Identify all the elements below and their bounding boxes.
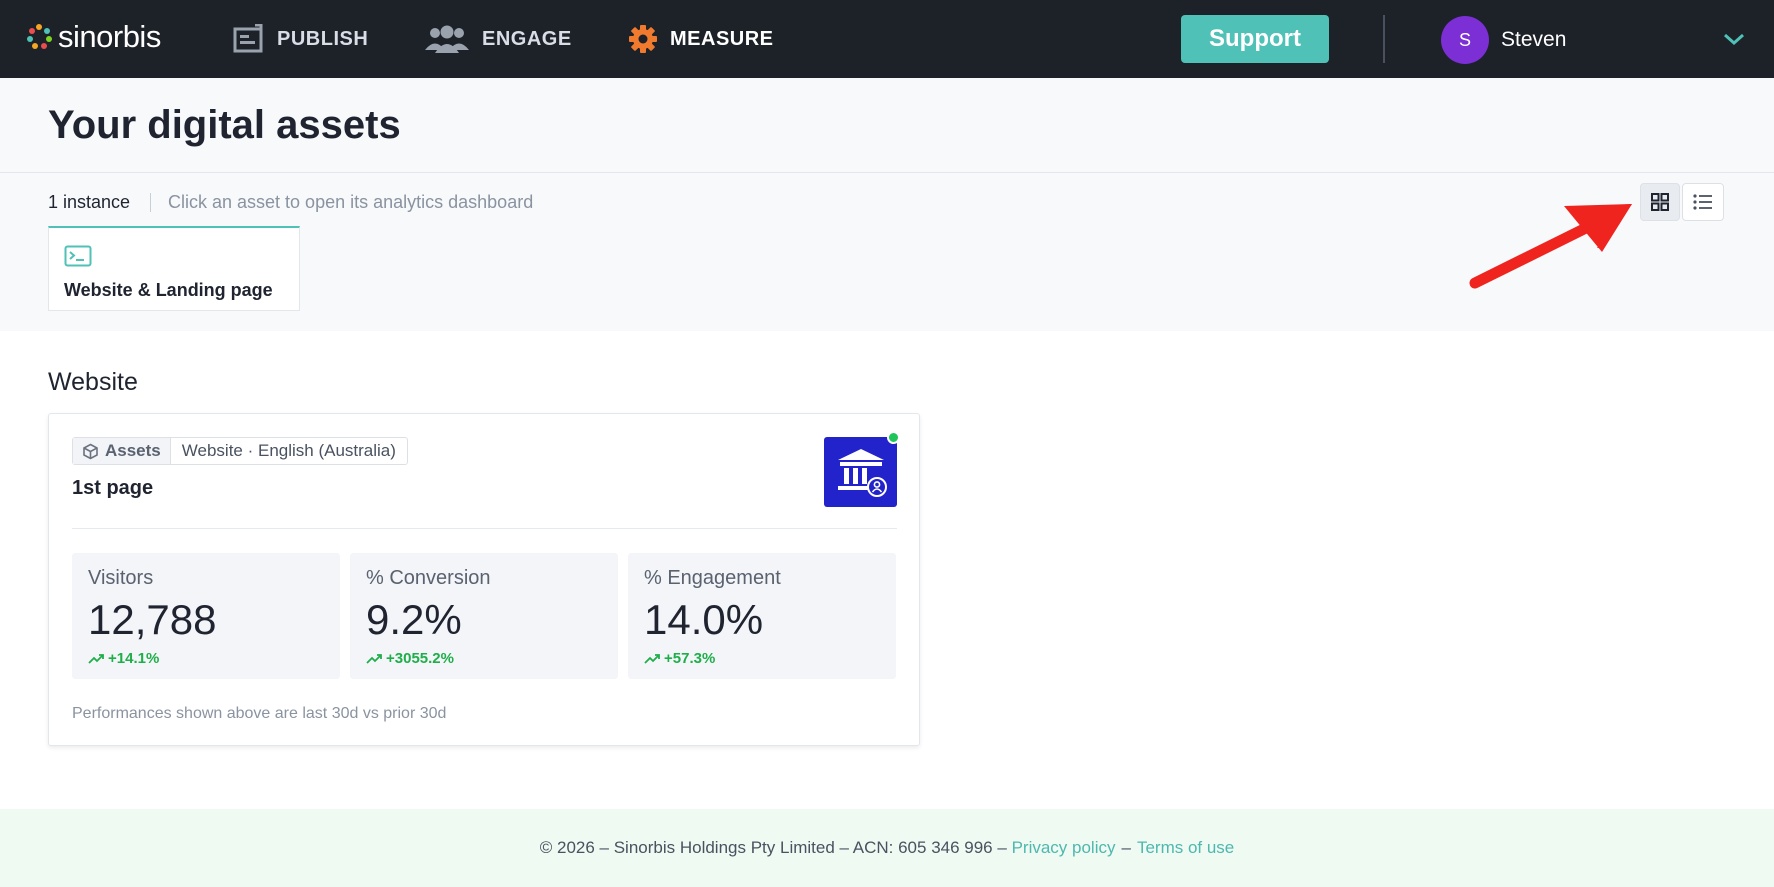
footer-separator: – <box>1121 838 1131 857</box>
brand-logo[interactable]: sinorbis <box>26 19 161 55</box>
trend-up-icon <box>644 653 660 664</box>
metric-value: 14.0% <box>644 596 764 643</box>
user-name[interactable]: Steven <box>1501 28 1566 52</box>
users-icon <box>425 25 469 53</box>
nav-publish-label: PUBLISH <box>277 27 369 50</box>
grid-view-button[interactable] <box>1640 183 1680 221</box>
footer: © 2026 – Sinorbis Holdings Pty Limited –… <box>0 809 1774 887</box>
metric-visitors: Visitors 12,788 +14.1% <box>72 553 340 679</box>
status-indicator <box>887 431 900 444</box>
card-title: 1st page <box>72 477 154 499</box>
instruction-hint: Click an asset to open its analytics das… <box>168 192 534 212</box>
asset-thumbnail <box>824 437 897 507</box>
assets-tag: Assets <box>73 438 171 464</box>
metric-label: Visitors <box>88 567 154 589</box>
asset-meta: Website · English (Australia) <box>181 441 396 460</box>
instance-count: 1 instance <box>48 192 131 212</box>
terminal-icon <box>64 245 92 267</box>
assets-tag-label: Assets <box>105 441 161 460</box>
metric-delta-value: +57.3% <box>664 650 716 667</box>
metric-conversion: % Conversion 9.2% +3055.2% <box>350 553 618 679</box>
asset-tab-website[interactable]: Website & Landing page <box>48 226 300 311</box>
metric-label: % Engagement <box>644 567 781 589</box>
gear-icon <box>629 25 657 53</box>
top-nav: sinorbis PUBLISH ENGAGE MEASURE Support … <box>0 0 1774 78</box>
performance-note: Performances shown above are last 30d vs… <box>72 705 447 722</box>
privacy-policy-link[interactable]: Privacy policy <box>1012 838 1116 858</box>
asset-tag: Assets Website · English (Australia) <box>72 437 408 465</box>
brand-mark-icon <box>26 24 52 50</box>
section-title: Website <box>48 368 138 396</box>
bank-building-icon <box>837 449 887 497</box>
asset-card[interactable]: Assets Website · English (Australia) 1st… <box>48 413 920 746</box>
nav-engage-label: ENGAGE <box>482 27 572 50</box>
metric-delta: +57.3% <box>644 650 715 667</box>
metric-delta: +14.1% <box>88 650 159 667</box>
metric-value: 9.2% <box>366 596 462 643</box>
nav-measure[interactable]: MEASURE <box>628 24 774 54</box>
separator <box>150 193 151 212</box>
metric-delta-value: +3055.2% <box>386 650 454 667</box>
brand-name: sinorbis <box>58 19 161 54</box>
list-icon <box>1693 194 1712 210</box>
chevron-down-icon[interactable] <box>1722 30 1746 48</box>
nav-engage[interactable]: ENGAGE <box>424 24 572 54</box>
header-divider <box>0 172 1774 173</box>
nav-measure-label: MEASURE <box>670 27 774 50</box>
support-button[interactable]: Support <box>1181 15 1329 63</box>
grid-icon <box>1651 193 1669 211</box>
nav-divider <box>1383 15 1385 63</box>
avatar[interactable]: S <box>1441 16 1489 64</box>
metric-delta-value: +14.1% <box>108 650 160 667</box>
footer-copyright: © 2026 – Sinorbis Holdings Pty Limited –… <box>539 838 1007 857</box>
terms-of-use-link[interactable]: Terms of use <box>1137 838 1234 858</box>
metric-delta: +3055.2% <box>366 650 454 667</box>
metric-value: 12,788 <box>88 596 217 643</box>
page-title: Your digital assets <box>48 103 401 147</box>
asset-tab-label: Website & Landing page <box>64 280 273 300</box>
metric-engagement: % Engagement 14.0% +57.3% <box>628 553 896 679</box>
annotation-arrow-icon <box>1469 204 1632 289</box>
card-divider <box>72 528 897 529</box>
cube-icon <box>83 443 98 459</box>
trend-up-icon <box>88 653 104 664</box>
metric-label: % Conversion <box>366 567 491 589</box>
list-view-button[interactable] <box>1682 183 1724 221</box>
trend-up-icon <box>366 653 382 664</box>
publish-icon <box>233 24 263 53</box>
nav-publish[interactable]: PUBLISH <box>233 24 368 54</box>
